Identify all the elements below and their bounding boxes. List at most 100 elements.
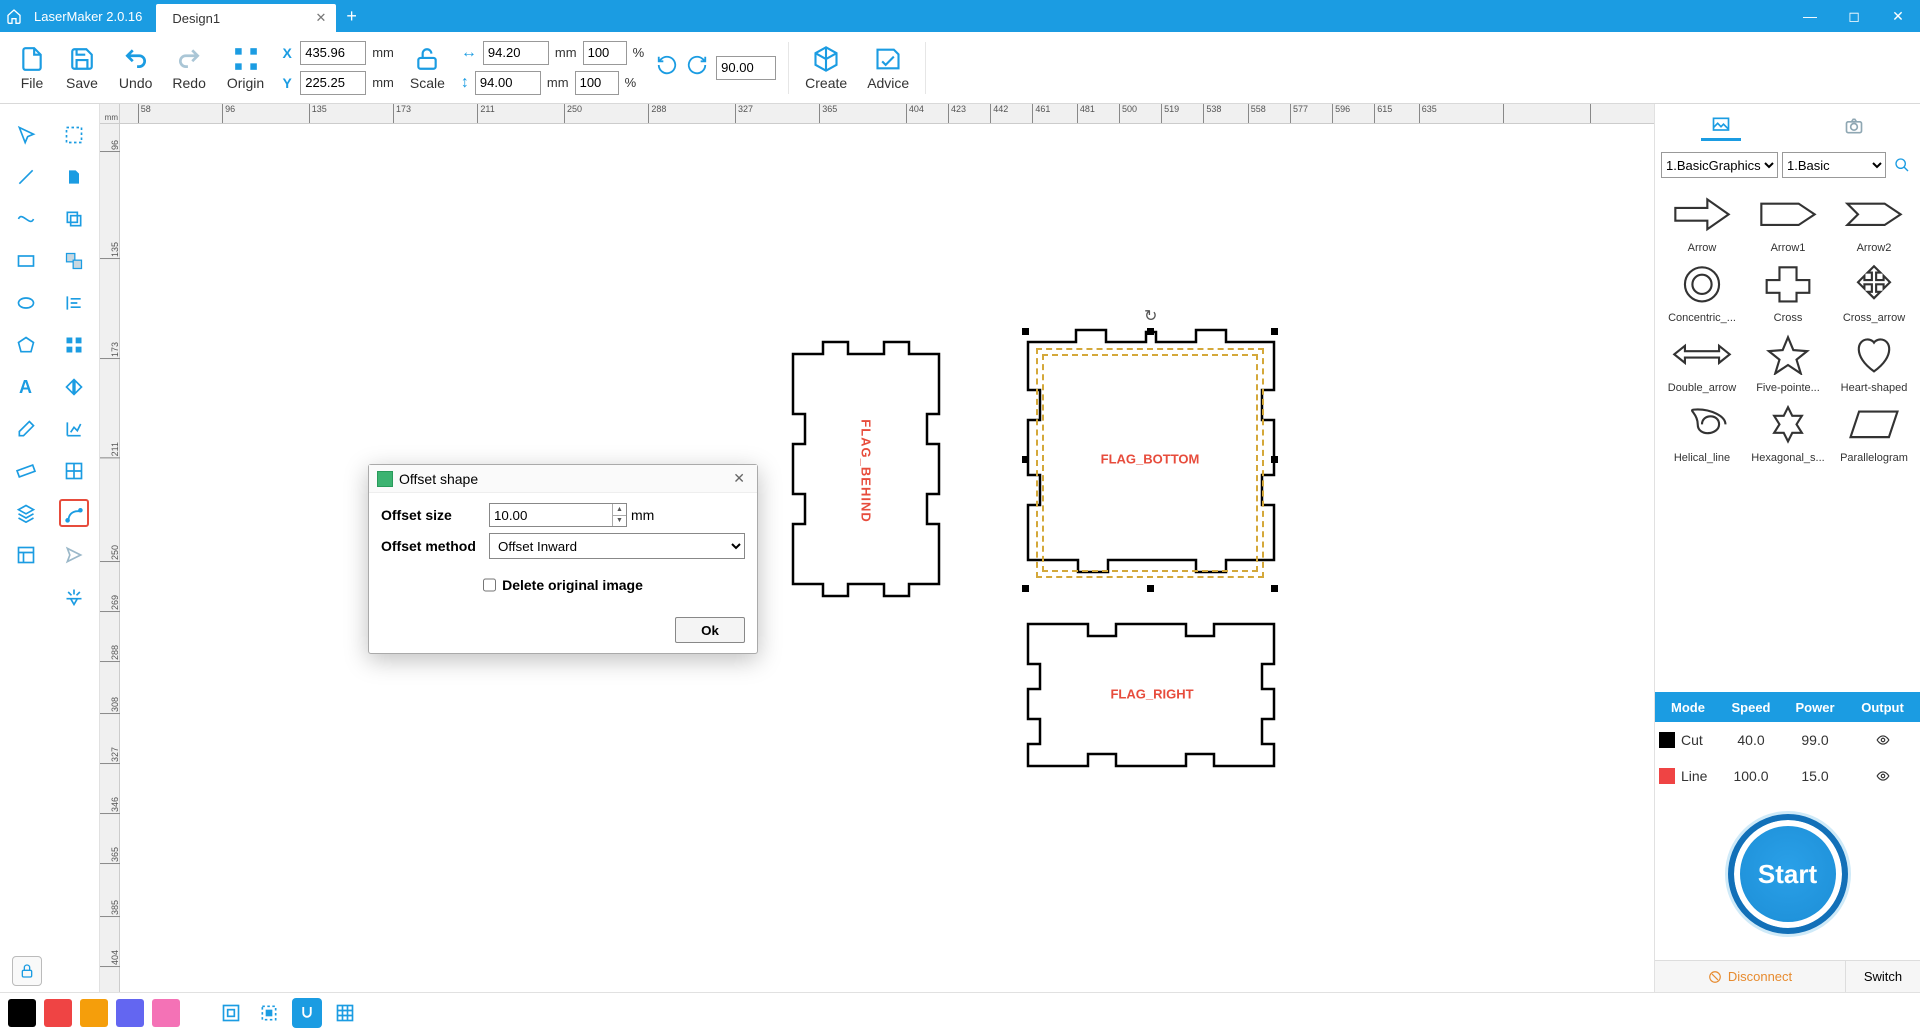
sel-handle[interactable] (1022, 585, 1029, 592)
rotate-handle-icon[interactable]: ↻ (1144, 306, 1157, 326)
shape-library-item[interactable]: Hexagonal_s... (1747, 398, 1829, 464)
shape-library-item[interactable]: Double_arrow (1661, 328, 1743, 394)
width-pct-input[interactable] (583, 41, 627, 65)
document-tab[interactable]: Design1 ✕ (156, 4, 336, 32)
curve-tool[interactable] (11, 205, 41, 233)
laser-tool[interactable] (59, 583, 89, 611)
mirror-tool[interactable] (59, 373, 89, 401)
ruler-vertical[interactable]: 96135173211250269288308327346365385404 (100, 124, 120, 992)
text-tool[interactable]: A (11, 373, 41, 401)
scale-button[interactable]: Scale (400, 35, 455, 101)
ruler-horizontal[interactable]: 5896135173211250288327365404423442461481… (120, 104, 1654, 124)
shape-flag-right[interactable]: FLAG_RIGHT (1020, 614, 1284, 774)
fill-shape-tool[interactable] (59, 163, 89, 191)
table-tool[interactable] (59, 457, 89, 485)
ellipse-tool[interactable] (11, 289, 41, 317)
origin-button[interactable]: Origin (217, 35, 274, 101)
advice-button[interactable]: Advice (857, 35, 919, 101)
shapes-library-tab[interactable] (1701, 111, 1741, 141)
y-input[interactable] (300, 71, 366, 95)
redo-button[interactable]: Redo (162, 35, 215, 101)
height-input[interactable] (475, 71, 541, 95)
dialog-ok-button[interactable]: Ok (675, 617, 745, 643)
layers-tool[interactable] (11, 499, 41, 527)
shape-library-item[interactable]: Arrow1 (1747, 188, 1829, 254)
visibility-toggle-icon[interactable] (1873, 733, 1893, 747)
grid-toggle-button[interactable] (330, 998, 360, 1028)
marquee-tool[interactable] (59, 121, 89, 149)
close-tab-icon[interactable]: ✕ (296, 10, 327, 26)
snap-button[interactable] (292, 998, 322, 1028)
send-tool[interactable] (59, 541, 89, 569)
shape-library-item[interactable]: Five-pointe... (1747, 328, 1829, 394)
new-tab-button[interactable]: + (336, 6, 367, 27)
color-swatch[interactable] (8, 999, 36, 1027)
color-swatch[interactable] (152, 999, 180, 1027)
polygon-tool[interactable] (11, 331, 41, 359)
shape-library-item[interactable]: Helical_line (1661, 398, 1743, 464)
undo-button[interactable]: Undo (109, 35, 162, 101)
align-tool[interactable] (59, 289, 89, 317)
shape-search-button[interactable] (1890, 153, 1914, 177)
connection-status[interactable]: Disconnect (1655, 961, 1846, 992)
sel-handle[interactable] (1271, 585, 1278, 592)
layer-row[interactable]: Cut40.099.0 (1655, 722, 1920, 758)
spinner-down[interactable]: ▼ (612, 516, 626, 527)
layout-tool[interactable] (11, 541, 41, 569)
home-button[interactable] (0, 0, 28, 32)
shape-library-item[interactable]: Cross (1747, 258, 1829, 324)
maximize-button[interactable]: ◻ (1832, 0, 1876, 32)
zoom-selection-button[interactable] (254, 998, 284, 1028)
angle-input[interactable] (716, 56, 776, 80)
color-swatch[interactable] (116, 999, 144, 1027)
visibility-toggle-icon[interactable] (1873, 769, 1893, 783)
spinner-up[interactable]: ▲ (612, 504, 626, 516)
camera-tab[interactable] (1834, 111, 1874, 141)
save-button[interactable]: Save (56, 35, 108, 101)
offset-method-select[interactable]: Offset Inward (489, 533, 745, 559)
layer-row[interactable]: Line100.015.0 (1655, 758, 1920, 794)
shape-library-item[interactable]: Cross_arrow (1833, 258, 1915, 324)
sel-handle[interactable] (1147, 585, 1154, 592)
line-tool[interactable] (11, 163, 41, 191)
shape-flag-behind[interactable]: FLAG_BEHIND (787, 336, 945, 606)
group-tool[interactable] (59, 247, 89, 275)
delete-original-checkbox[interactable] (483, 577, 496, 593)
shape-library-item[interactable]: Arrow (1661, 188, 1743, 254)
dialog-close-button[interactable]: ✕ (729, 470, 749, 487)
file-button[interactable]: File (8, 35, 56, 101)
shape-library-item[interactable]: Heart-shaped (1833, 328, 1915, 394)
sel-handle[interactable] (1022, 456, 1029, 463)
select-tool[interactable] (11, 121, 41, 149)
shape-library-item[interactable]: Arrow2 (1833, 188, 1915, 254)
height-pct-input[interactable] (575, 71, 619, 95)
sel-handle[interactable] (1271, 456, 1278, 463)
close-window-button[interactable]: ✕ (1876, 0, 1920, 32)
lock-toggle[interactable] (12, 956, 42, 986)
start-button[interactable]: Start (1728, 814, 1848, 934)
canvas[interactable]: FLAG_BEHIND FLAG_BOTTOM (120, 124, 1654, 992)
shape-flag-bottom[interactable]: FLAG_BOTTOM ↻ (1020, 324, 1280, 594)
sel-handle[interactable] (1022, 328, 1029, 335)
offset-size-input[interactable] (489, 503, 627, 527)
fit-screen-button[interactable] (216, 998, 246, 1028)
category-select-1[interactable]: 1.BasicGraphics (1661, 152, 1778, 178)
rotate-ccw-icon[interactable] (656, 54, 678, 81)
create-button[interactable]: Create (795, 35, 857, 101)
category-select-2[interactable]: 1.Basic (1782, 152, 1886, 178)
grid-array-tool[interactable] (59, 331, 89, 359)
color-swatch[interactable] (80, 999, 108, 1027)
copy-tool[interactable] (59, 205, 89, 233)
switch-button[interactable]: Switch (1846, 961, 1920, 992)
sel-handle[interactable] (1271, 328, 1278, 335)
dialog-titlebar[interactable]: Offset shape ✕ (369, 465, 757, 493)
shape-library-item[interactable]: Concentric_... (1661, 258, 1743, 324)
rotate-cw-icon[interactable] (686, 54, 708, 81)
minimize-button[interactable]: — (1788, 0, 1832, 32)
width-input[interactable] (483, 41, 549, 65)
sel-handle[interactable] (1147, 328, 1154, 335)
eraser-tool[interactable] (11, 415, 41, 443)
rect-tool[interactable] (11, 247, 41, 275)
chart-tool[interactable] (59, 415, 89, 443)
offset-shape-tool[interactable] (59, 499, 89, 527)
